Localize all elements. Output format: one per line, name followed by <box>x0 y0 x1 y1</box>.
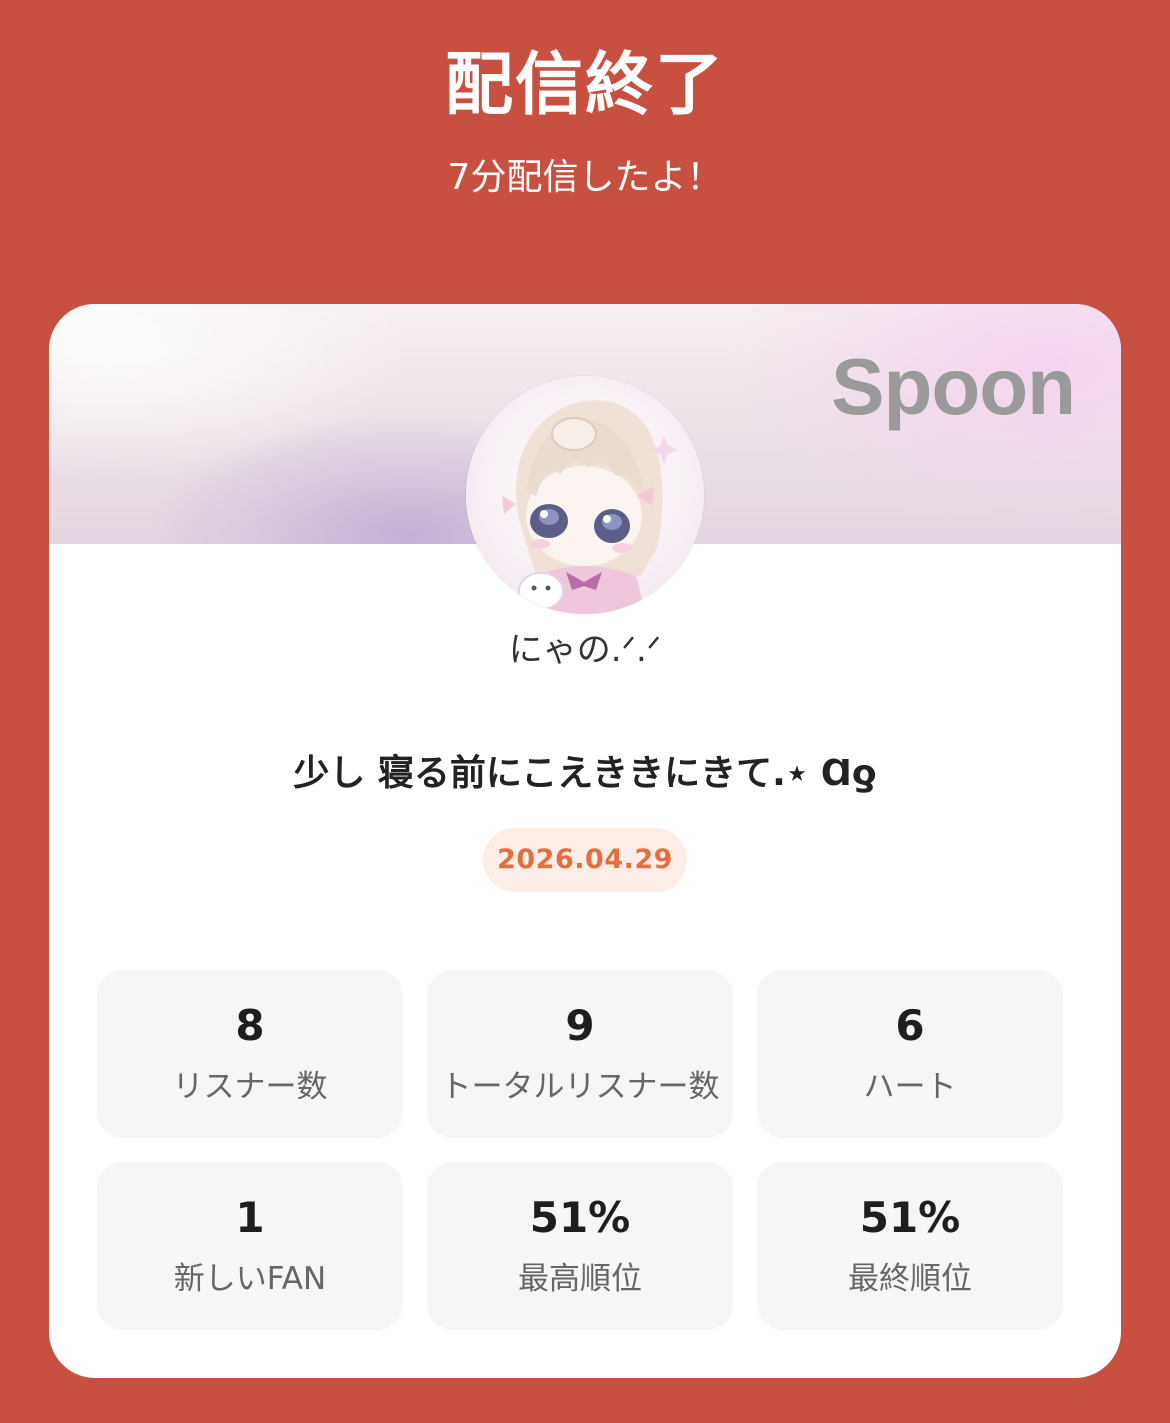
stat-label: トータルリスナー数 <box>440 1069 720 1105</box>
stat-best-rank: 51% 最高順位 <box>427 1162 733 1330</box>
stat-label: ハート <box>863 1069 957 1105</box>
stat-new-fans: 1 新しいFAN <box>97 1162 403 1330</box>
stat-hearts: 6 ハート <box>757 970 1063 1138</box>
stat-value: 6 <box>895 1001 925 1050</box>
stat-value: 51% <box>529 1193 631 1242</box>
live-title: 少し 寝る前にこえききにきて.⋆ Ɑƍ <box>293 753 877 794</box>
stat-label: 新しいFAN <box>173 1261 327 1297</box>
spoon-logo: Spoon <box>831 342 1076 431</box>
stat-label: 最高順位 <box>518 1261 642 1297</box>
date-badge: 2026.04.29 <box>483 828 687 892</box>
streamer-name: にゃの.ᐟ.ᐟ <box>508 630 662 670</box>
stat-final-rank: 51% 最終順位 <box>757 1162 1063 1330</box>
stat-listeners: 8 リスナー数 <box>97 970 403 1138</box>
stat-value: 1 <box>235 1193 265 1242</box>
stat-total-listeners: 9 トータルリスナー数 <box>427 970 733 1138</box>
avatar[interactable] <box>466 376 704 614</box>
stat-value: 51% <box>859 1193 961 1242</box>
broadcast-summary-card: Spoon にゃの.ᐟ.ᐟ 少し 寝る前にこえききにきて.⋆ Ɑƍ 2026.0… <box>49 304 1121 1378</box>
stat-label: リスナー数 <box>172 1069 328 1105</box>
page-subtitle: 7分配信したよ！ <box>447 157 723 198</box>
stat-label: 最終順位 <box>848 1261 972 1297</box>
stat-value: 9 <box>565 1001 595 1050</box>
page-title: 配信終了 <box>444 46 725 125</box>
stat-value: 8 <box>235 1001 265 1050</box>
